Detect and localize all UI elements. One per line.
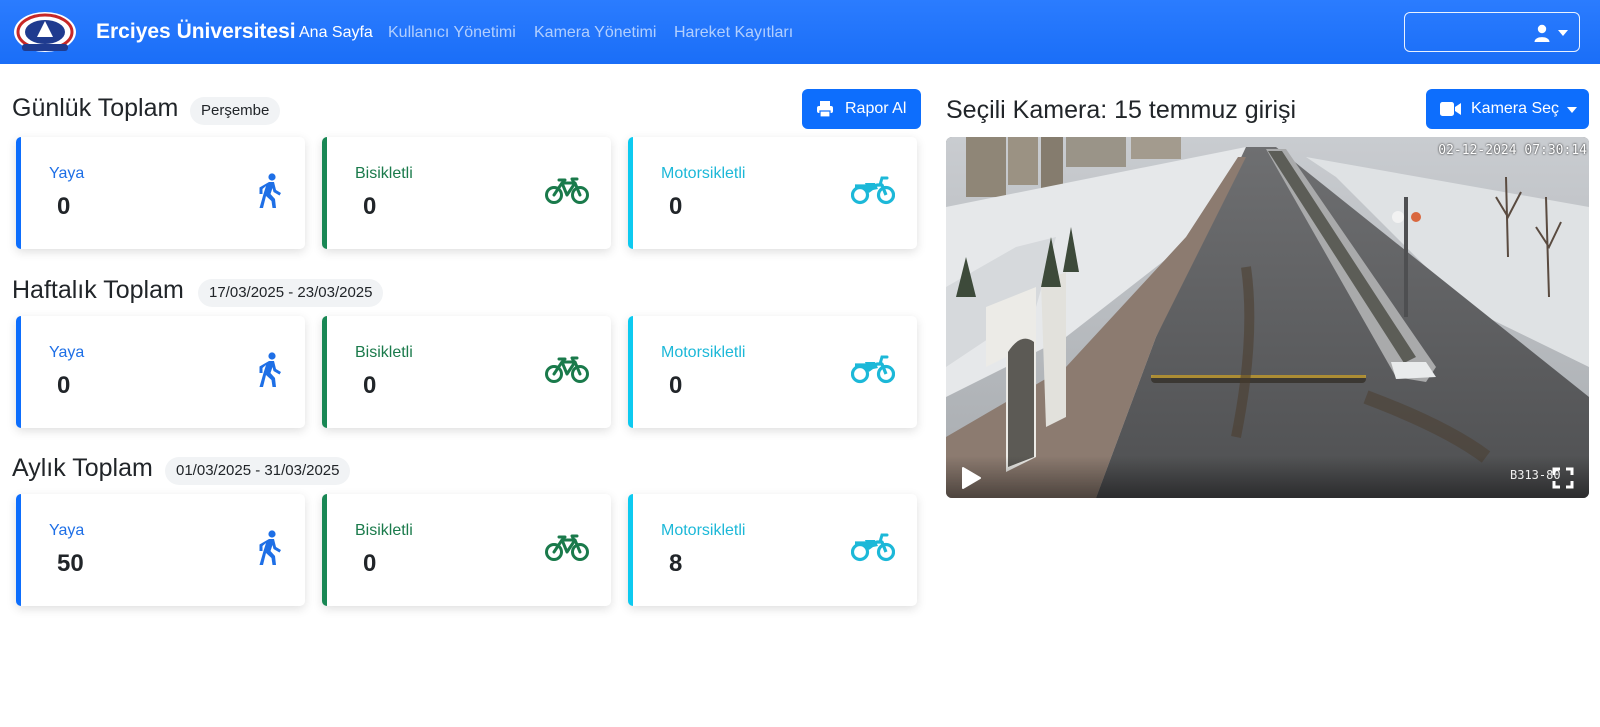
stat-label: Bisikletli [355,522,413,539]
nav-link-camera-management[interactable]: Kamera Yönetimi [534,24,656,42]
section-title-daily: Günlük Toplam [12,94,179,122]
video-camera-icon [1440,102,1461,116]
stat-value: 0 [57,193,71,220]
stat-label: Yaya [49,165,85,182]
video-controls: B313-80 [946,456,1589,498]
stat-value: 0 [669,372,683,399]
stat-label: Motorsikletli [661,344,746,361]
stat-value: 0 [363,193,377,220]
motorcycle-icon [851,355,895,384]
section-badge-monthly: 01/03/2025 - 31/03/2025 [165,457,351,485]
play-icon[interactable] [960,466,982,490]
fullscreen-icon[interactable] [1552,467,1574,489]
bicycle-icon [545,534,589,561]
stat-value: 0 [363,550,377,577]
camera-select-button[interactable]: Kamera Seç [1426,89,1589,129]
stat-card-monthly-pedestrian: Yaya 50 [16,494,305,606]
nav-link-home[interactable]: Ana Sayfa [299,24,373,42]
camera-video-player[interactable]: 02-12-2024 07:30:14 B313-80 [946,137,1589,498]
university-seal-icon[interactable] [12,11,78,54]
camera-feed-frame [946,137,1589,498]
stat-label: Yaya [49,522,85,539]
stat-value: 8 [669,550,683,577]
stat-card-daily-motorcycle: Motorsikletli 0 [628,137,917,249]
report-button[interactable]: Rapor Al [802,89,921,129]
chevron-down-icon [1558,30,1568,36]
stat-label: Bisikletli [355,344,413,361]
walking-icon [259,173,281,208]
stat-value: 50 [57,550,84,577]
stat-value: 0 [363,372,377,399]
stat-label: Motorsikletli [661,522,746,539]
section-title-weekly: Haftalık Toplam [12,276,184,304]
motorcycle-icon [851,176,895,205]
stat-value: 0 [57,372,71,399]
stat-card-weekly-pedestrian: Yaya 0 [16,316,305,428]
video-timestamp: 02-12-2024 07:30:14 [1438,143,1587,158]
walking-icon [259,352,281,387]
stat-card-weekly-motorcycle: Motorsikletli 0 [628,316,917,428]
navbar: Erciyes Üniversitesi Ana Sayfa Kullanıcı… [0,0,1600,64]
stat-card-daily-bicycle: Bisikletli 0 [322,137,611,249]
user-icon [1534,24,1550,42]
walking-icon [259,530,281,565]
stat-label: Bisikletli [355,165,413,182]
section-badge-daily: Perşembe [190,97,281,125]
stat-card-daily-pedestrian: Yaya 0 [16,137,305,249]
nav-link-movement-records[interactable]: Hareket Kayıtları [674,24,793,42]
stat-card-monthly-motorcycle: Motorsikletli 8 [628,494,917,606]
stat-value: 0 [669,193,683,220]
printer-icon [817,101,833,118]
stat-label: Yaya [49,344,85,361]
stat-card-monthly-bicycle: Bisikletli 0 [322,494,611,606]
stat-card-weekly-bicycle: Bisikletli 0 [322,316,611,428]
motorcycle-icon [851,533,895,562]
stat-label: Motorsikletli [661,165,746,182]
selected-camera-title: Seçili Kamera: 15 temmuz girişi [946,96,1297,124]
report-button-label: Rapor Al [845,100,907,117]
chevron-down-icon [1567,107,1577,113]
camera-select-label: Kamera Seç [1471,100,1560,117]
user-menu-button[interactable] [1404,12,1580,52]
bicycle-icon [545,356,589,383]
brand-title[interactable]: Erciyes Üniversitesi [96,20,296,44]
bicycle-icon [545,177,589,204]
section-badge-weekly: 17/03/2025 - 23/03/2025 [198,279,384,307]
nav-link-user-management[interactable]: Kullanıcı Yönetimi [388,24,516,42]
section-title-monthly: Aylık Toplam [12,454,153,482]
